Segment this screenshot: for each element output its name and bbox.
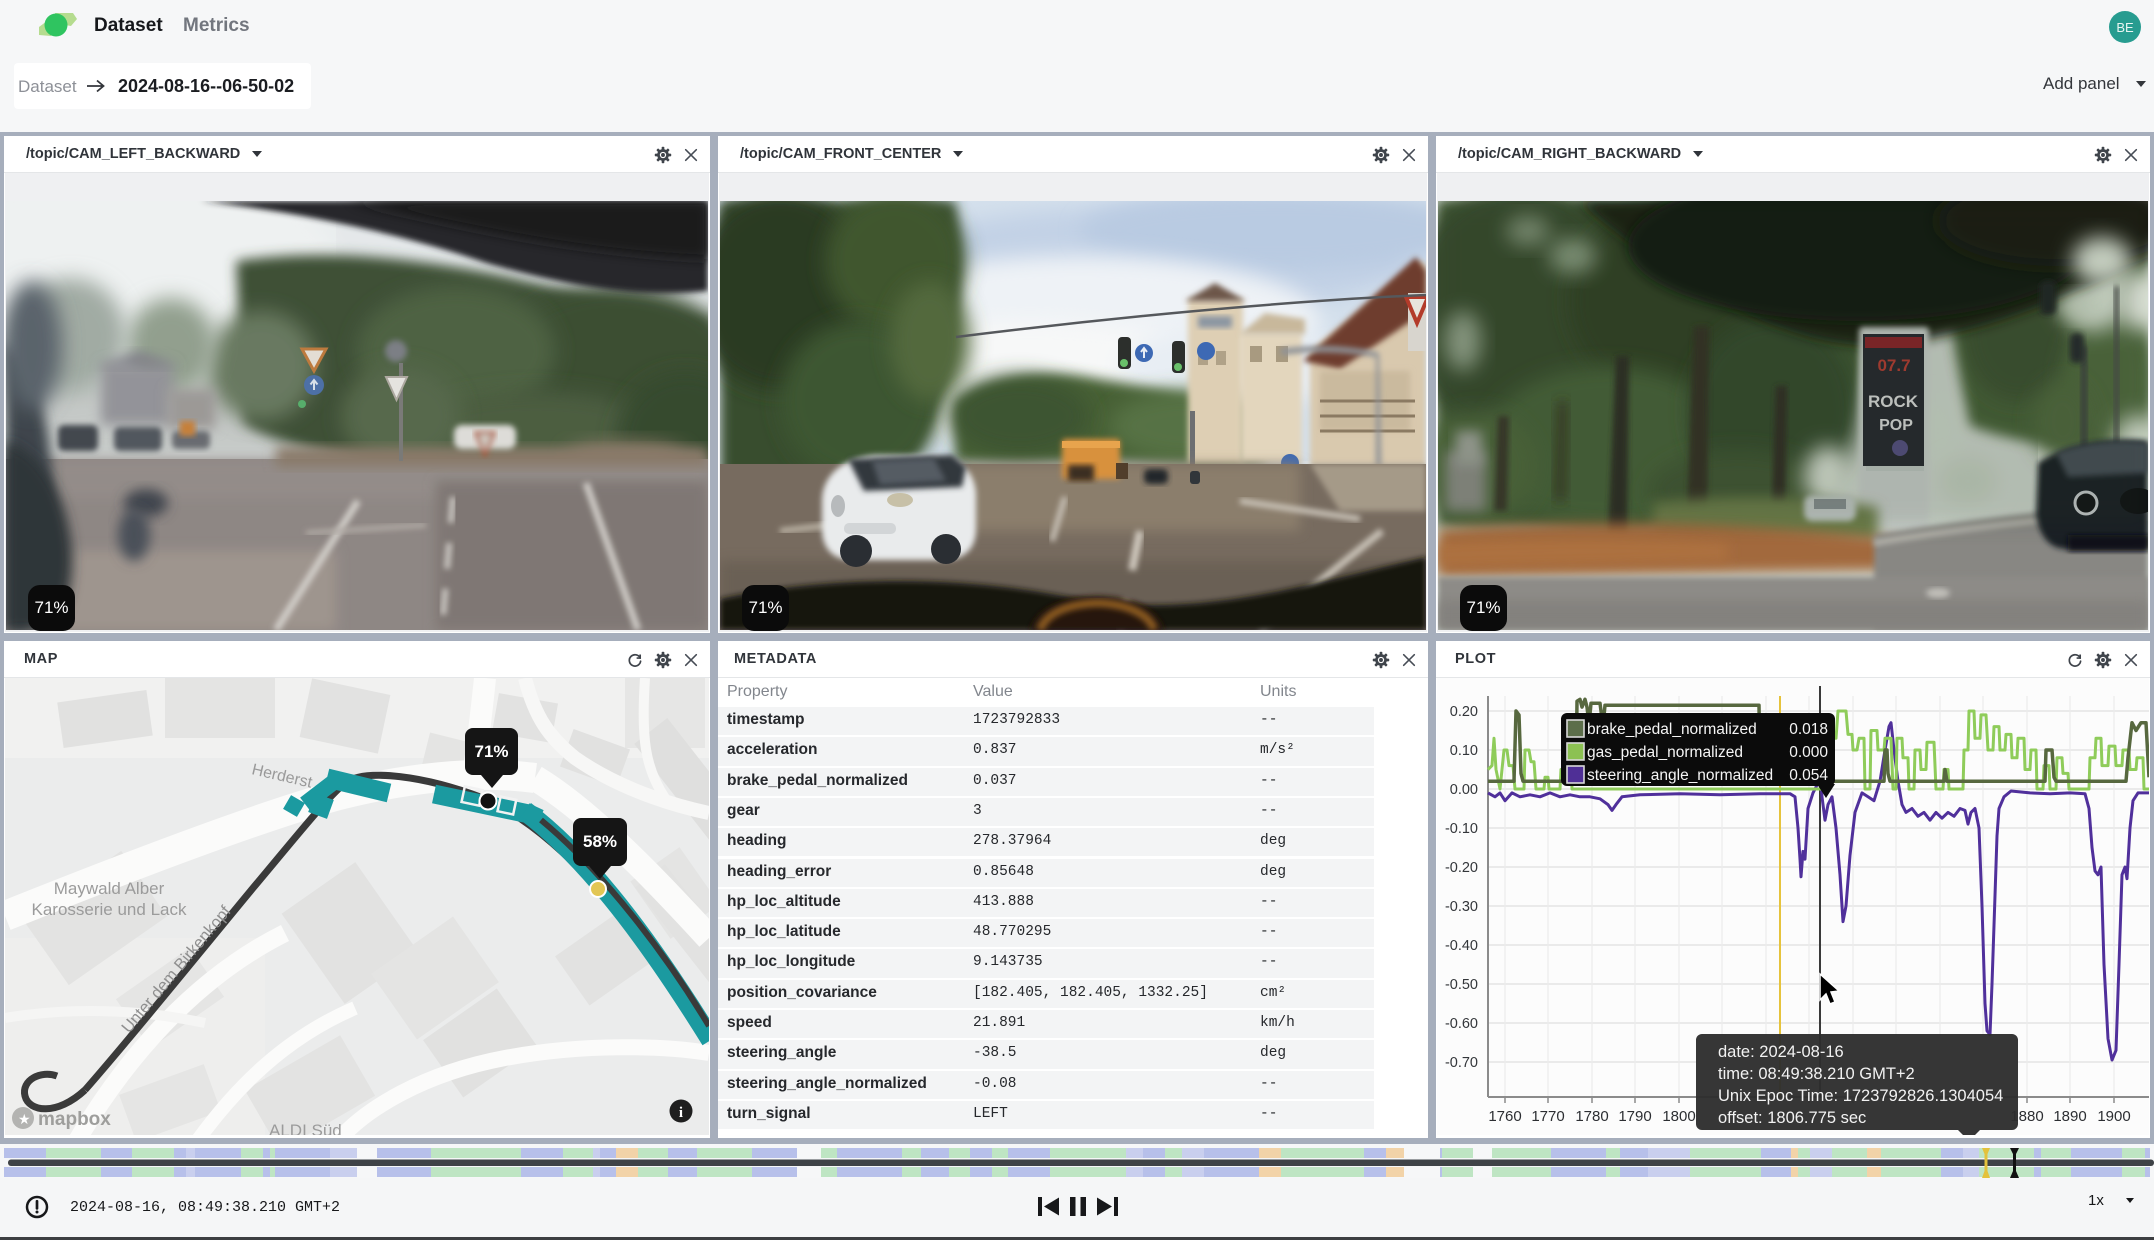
svg-text:-0.30: -0.30 <box>1445 899 1478 915</box>
svg-text:date: 2024-08-16: date: 2024-08-16 <box>1718 1043 1844 1061</box>
svg-text:★: ★ <box>18 1111 31 1127</box>
svg-text:brake_pedal_normalized: brake_pedal_normalized <box>1587 721 1757 738</box>
svg-text:1790: 1790 <box>1618 1108 1651 1125</box>
svg-text:0.018: 0.018 <box>1789 721 1828 738</box>
svg-text:Maywald Alber: Maywald Alber <box>54 879 165 898</box>
svg-text:1760: 1760 <box>1488 1108 1521 1125</box>
svg-text:mapbox: mapbox <box>38 1109 111 1130</box>
svg-text:0.10: 0.10 <box>1450 743 1478 759</box>
svg-text:-0.40: -0.40 <box>1445 938 1478 954</box>
svg-text:offset: 1806.775 sec: offset: 1806.775 sec <box>1718 1109 1866 1127</box>
svg-text:0.00: 0.00 <box>1450 782 1478 798</box>
svg-text:-0.20: -0.20 <box>1445 860 1478 876</box>
svg-text:1900: 1900 <box>2097 1108 2130 1125</box>
svg-text:0.20: 0.20 <box>1450 704 1478 720</box>
svg-text:gas_pedal_normalized: gas_pedal_normalized <box>1587 744 1743 761</box>
svg-text:1770: 1770 <box>1531 1108 1564 1125</box>
svg-text:steering_angle_normalized: steering_angle_normalized <box>1587 767 1773 784</box>
svg-text:Karosserie und Lack: Karosserie und Lack <box>32 900 187 919</box>
svg-text:-0.70: -0.70 <box>1445 1055 1478 1071</box>
svg-text:i: i <box>679 1105 683 1121</box>
svg-text:-0.60: -0.60 <box>1445 1016 1478 1032</box>
svg-text:1800: 1800 <box>1662 1108 1695 1125</box>
svg-text:0.054: 0.054 <box>1789 767 1828 784</box>
svg-text:1890: 1890 <box>2053 1108 2086 1125</box>
svg-text:time: 08:49:38.210 GMT+2: time: 08:49:38.210 GMT+2 <box>1718 1065 1915 1083</box>
svg-text:-0.50: -0.50 <box>1445 977 1478 993</box>
svg-text:Unix Epoc Time: 1723792826.130: Unix Epoc Time: 1723792826.1304054 <box>1718 1087 2003 1105</box>
svg-text:0.000: 0.000 <box>1789 744 1828 761</box>
svg-text:1780: 1780 <box>1575 1108 1608 1125</box>
svg-text:ALDI Süd: ALDI Süd <box>269 1121 342 1135</box>
svg-text:-0.10: -0.10 <box>1445 821 1478 837</box>
